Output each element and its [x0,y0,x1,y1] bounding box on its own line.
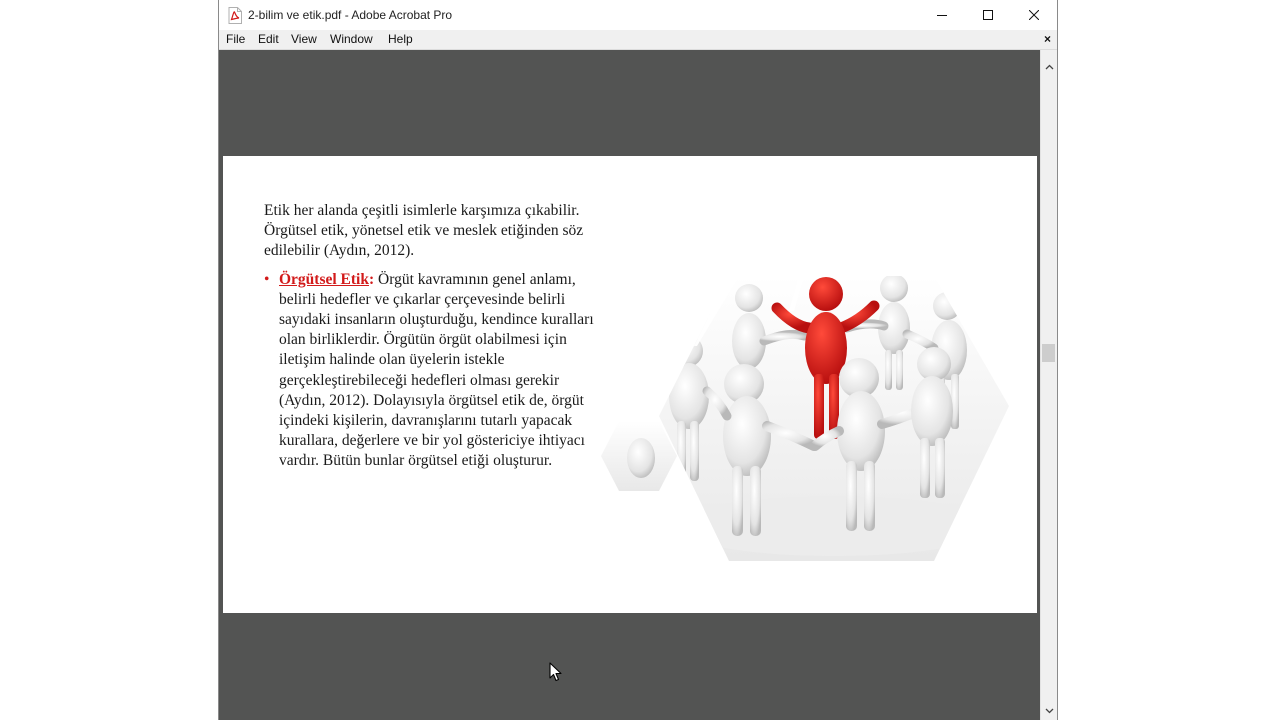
vertical-scrollbar[interactable] [1040,50,1057,720]
menu-view[interactable]: View [289,32,319,46]
close-button[interactable] [1011,0,1057,30]
pdf-file-icon [228,7,242,24]
team-circle-illustration [601,276,1009,561]
minimize-button[interactable] [919,0,965,30]
menu-bar: File Edit View Window Help × [219,30,1057,50]
intro-paragraph: Etik her alanda çeşitli isimlerle karşım… [264,202,584,260]
menu-edit[interactable]: Edit [256,32,281,46]
scroll-thumb[interactable] [1042,344,1055,362]
scroll-down-button[interactable] [1041,704,1057,718]
bullet-term: Örgütsel Etik [279,270,369,288]
bullet-item: • Örgütsel Etik: Örgüt kavramının genel a… [264,270,594,472]
maximize-button[interactable] [965,0,1011,30]
chevron-up-icon [1045,64,1053,70]
minimize-icon [937,15,947,16]
mouse-pointer-icon [549,662,562,682]
scroll-up-button[interactable] [1041,60,1057,74]
acrobat-window: 2-bilim ve etik.pdf - Adobe Acrobat Pro … [218,0,1058,720]
pdf-page: Etik her alanda çeşitli isimlerle karşım… [223,156,1037,613]
menu-window[interactable]: Window [328,32,375,46]
document-viewer[interactable]: Etik her alanda çeşitli isimlerle karşım… [219,50,1041,720]
title-bar: 2-bilim ve etik.pdf - Adobe Acrobat Pro [219,0,1057,30]
maximize-icon [983,10,993,20]
bullet-dot: • [264,270,270,288]
figure-back-left [732,284,766,369]
menu-help[interactable]: Help [386,32,415,46]
menu-file[interactable]: File [224,32,247,46]
slide-text: Etik her alanda çeşitli isimlerle karşım… [264,201,594,472]
bullet-text: Örgüt kavramının genel anlamı, belirli h… [279,270,594,470]
close-document-button[interactable]: × [1044,33,1051,45]
chevron-down-icon [1045,708,1053,714]
close-icon [1029,10,1039,20]
window-title: 2-bilim ve etik.pdf - Adobe Acrobat Pro [248,8,453,22]
